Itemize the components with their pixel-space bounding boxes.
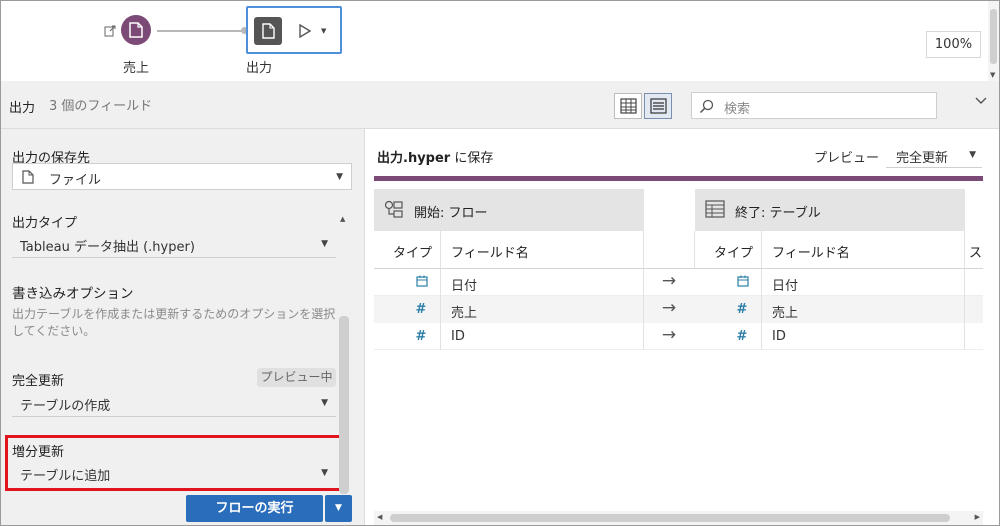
save-to-value: ファイル: [49, 173, 102, 188]
save-to-select[interactable]: ファイル ▼: [12, 163, 352, 190]
step-title: 出力: [9, 101, 36, 116]
preview-panel: 出力.hyper に保存 プレビュー 完全更新 ▼ 開始: フロー 終了: テー…: [366, 129, 999, 525]
field-mapping-grid: 開始: フロー 終了: テーブル タイプ フィールド名 タイプ フィールド名 ス…: [374, 189, 983, 350]
output-settings-panel: 出力の保存先 ファイル ▼ 出力タイプ ▲ Tableau データ抽出 (.hy…: [1, 129, 365, 525]
chevron-down-icon: ▼: [336, 172, 343, 182]
output-type-select[interactable]: Tableau データ抽出 (.hyper) ▼: [12, 231, 336, 258]
file-icon: [262, 23, 275, 39]
table-icon: [620, 98, 637, 114]
preview-mode-value: 完全更新: [896, 151, 949, 166]
collapse-chevron-icon[interactable]: [975, 97, 987, 105]
chevron-down-icon: ▼: [969, 150, 976, 160]
scroll-right-arrow-icon[interactable]: ▶: [975, 513, 980, 521]
flow-connector: [157, 27, 248, 34]
number-type-icon: #: [695, 296, 762, 323]
scroll-left-arrow-icon[interactable]: ◀: [377, 513, 382, 521]
output-color-bar: [374, 176, 983, 181]
chevron-down-icon: ▼: [321, 398, 328, 408]
save-target-title: 出力.hyper に保存: [377, 147, 493, 166]
field-count: 3 個のフィールド: [49, 99, 153, 114]
output-file-name: 出力.hyper: [377, 151, 451, 166]
preview-badge: プレビュー中: [257, 368, 336, 387]
file-icon: [129, 22, 143, 38]
number-type-icon: #: [695, 323, 762, 350]
source-group-header: 開始: フロー: [374, 189, 644, 231]
step-header: 出力 3 個のフィールド 検索: [1, 81, 999, 129]
flow-icon: [384, 200, 403, 218]
settings-scrollbar[interactable]: [339, 316, 349, 494]
external-link-icon: [104, 25, 116, 37]
full-refresh-select[interactable]: テーブルの作成 ▼: [12, 390, 336, 417]
scroll-up-arrow-icon[interactable]: ▲: [340, 215, 345, 223]
input-node-label: 売上: [123, 61, 150, 76]
full-refresh-value: テーブルの作成: [20, 399, 111, 414]
list-view-button[interactable]: [644, 93, 672, 119]
zoom-level[interactable]: 100%: [926, 31, 981, 58]
date-type-icon: [374, 269, 441, 296]
output-node[interactable]: ▼: [246, 6, 342, 54]
input-node-sales[interactable]: [121, 15, 151, 45]
scrollbar-thumb[interactable]: [990, 9, 997, 64]
arrow-right-icon: →: [661, 325, 677, 345]
output-step-icon: [254, 17, 282, 45]
target-field-name: ID: [762, 323, 965, 350]
arrow-column-header: [644, 231, 695, 269]
highlight-box: [5, 435, 343, 491]
arrow-right-icon: →: [661, 298, 677, 318]
source-field-name: ID: [441, 323, 644, 350]
chevron-down-icon[interactable]: ▼: [321, 27, 326, 35]
target-field-header: フィールド名: [762, 231, 965, 269]
extra-column-header: ス: [965, 231, 983, 269]
source-field-name: 売上: [441, 296, 644, 323]
chevron-down-icon: ▼: [321, 239, 328, 249]
table-icon: [705, 200, 725, 218]
save-suffix: に保存: [450, 151, 494, 166]
preview-label: プレビュー: [814, 151, 880, 166]
target-group-header: 終了: テーブル: [695, 189, 965, 231]
preview-scrollbar[interactable]: ◀ ▶: [374, 511, 983, 525]
grid-view-button[interactable]: [614, 93, 642, 119]
flow-canvas[interactable]: 売上 ▼ 出力 100%: [1, 1, 988, 81]
list-icon: [650, 98, 667, 114]
write-options-description: 出力テーブルを作成または更新するためのオプションを選択してください。: [12, 307, 336, 338]
scroll-down-arrow-icon[interactable]: ▼: [990, 71, 995, 79]
number-type-icon: #: [374, 296, 441, 323]
search-input[interactable]: 検索: [691, 92, 937, 119]
target-type-header: タイプ: [695, 231, 762, 269]
run-play-icon[interactable]: [298, 23, 312, 39]
target-field-name: 売上: [762, 296, 965, 323]
full-refresh-label: 完全更新: [12, 374, 65, 389]
output-node-label: 出力: [246, 61, 273, 76]
scrollbar-thumb[interactable]: [390, 514, 950, 522]
target-group-label: 終了: テーブル: [735, 206, 821, 221]
number-type-icon: #: [374, 323, 441, 350]
date-type-icon: [695, 269, 762, 296]
arrow-right-icon: →: [661, 271, 677, 291]
file-icon: [22, 170, 34, 184]
output-type-label: 出力タイプ: [12, 216, 78, 231]
search-icon: [699, 99, 714, 114]
write-options-heading: 書き込みオプション: [12, 286, 134, 302]
run-options-dropdown[interactable]: ▼: [325, 495, 352, 522]
source-field-header: フィールド名: [441, 231, 644, 269]
source-type-header: タイプ: [374, 231, 441, 269]
chevron-down-icon: ▼: [335, 503, 342, 513]
source-group-label: 開始: フロー: [414, 206, 488, 221]
preview-mode-select[interactable]: 完全更新 ▼: [886, 142, 982, 168]
run-flow-button[interactable]: フローの実行: [186, 495, 323, 522]
target-field-name: 日付: [762, 269, 965, 296]
search-placeholder: 検索: [724, 102, 751, 117]
output-type-value: Tableau データ抽出 (.hyper): [20, 240, 195, 255]
source-field-name: 日付: [441, 269, 644, 296]
canvas-scrollbar[interactable]: ▼: [988, 1, 999, 81]
